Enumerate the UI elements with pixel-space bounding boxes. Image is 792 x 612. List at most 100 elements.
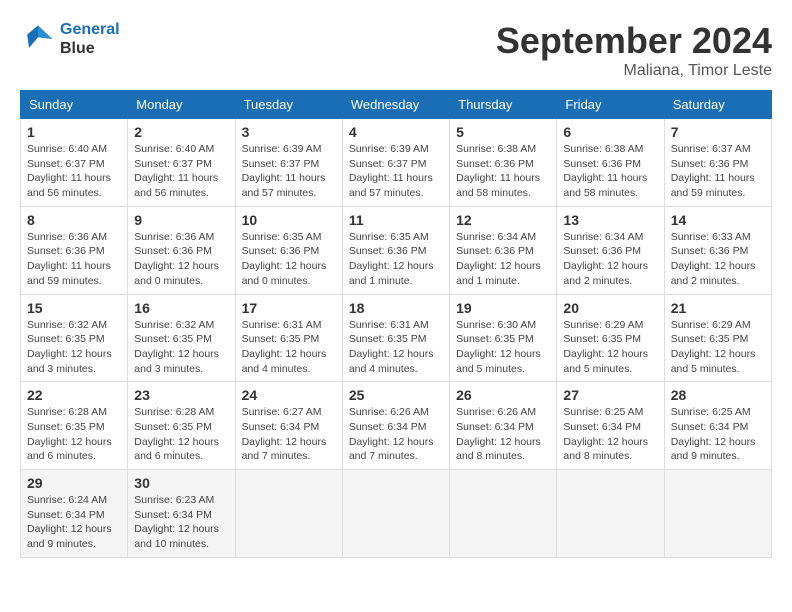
calendar-day-cell: 20 Sunrise: 6:29 AMSunset: 6:35 PMDayligh… — [557, 294, 664, 382]
day-info: Sunrise: 6:39 AMSunset: 6:37 PMDaylight:… — [242, 142, 336, 201]
day-info: Sunrise: 6:36 AMSunset: 6:36 PMDaylight:… — [134, 230, 228, 289]
day-info: Sunrise: 6:30 AMSunset: 6:35 PMDaylight:… — [456, 318, 550, 377]
logo-text: General Blue — [60, 20, 120, 58]
day-number: 2 — [134, 124, 228, 140]
calendar-day-cell: 6 Sunrise: 6:38 AMSunset: 6:36 PMDaylight… — [557, 119, 664, 207]
day-number: 5 — [456, 124, 550, 140]
calendar-day-cell: 1 Sunrise: 6:40 AMSunset: 6:37 PMDaylight… — [21, 119, 128, 207]
calendar-day-cell: 3 Sunrise: 6:39 AMSunset: 6:37 PMDaylight… — [235, 119, 342, 207]
calendar-day-cell — [557, 470, 664, 558]
day-number: 22 — [27, 387, 121, 403]
day-number: 18 — [349, 300, 443, 316]
calendar-day-cell: 16 Sunrise: 6:32 AMSunset: 6:35 PMDayligh… — [128, 294, 235, 382]
day-number: 25 — [349, 387, 443, 403]
calendar-day-cell: 17 Sunrise: 6:31 AMSunset: 6:35 PMDayligh… — [235, 294, 342, 382]
day-number: 28 — [671, 387, 765, 403]
day-number: 30 — [134, 475, 228, 491]
calendar-day-cell — [235, 470, 342, 558]
day-number: 12 — [456, 212, 550, 228]
calendar-day-cell: 14Sunrise: 6:33 AMSunset: 6:36 PMDayligh… — [664, 206, 771, 294]
day-info: Sunrise: 6:29 AMSunset: 6:35 PMDaylight:… — [563, 318, 657, 377]
day-info: Sunrise: 6:38 AMSunset: 6:36 PMDaylight:… — [563, 142, 657, 201]
calendar-day-cell: 18 Sunrise: 6:31 AMSunset: 6:35 PMDayligh… — [342, 294, 449, 382]
day-info: Sunrise: 6:25 AMSunset: 6:34 PMDaylight:… — [671, 405, 765, 464]
calendar-day-cell: 7Sunrise: 6:37 AMSunset: 6:36 PMDaylight… — [664, 119, 771, 207]
calendar-body: 1 Sunrise: 6:40 AMSunset: 6:37 PMDaylight… — [21, 119, 772, 558]
calendar-week-row: 29Sunrise: 6:24 AMSunset: 6:34 PMDayligh… — [21, 470, 772, 558]
calendar-day-cell: 4Sunrise: 6:39 AMSunset: 6:37 PMDaylight… — [342, 119, 449, 207]
day-info: Sunrise: 6:25 AMSunset: 6:34 PMDaylight:… — [563, 405, 657, 464]
page-header: General Blue September 2024 Maliana, Tim… — [20, 20, 772, 80]
day-number: 3 — [242, 124, 336, 140]
day-number: 17 — [242, 300, 336, 316]
calendar-day-cell: 15 Sunrise: 6:32 AMSunset: 6:35 PMDayligh… — [21, 294, 128, 382]
day-info: Sunrise: 6:27 AMSunset: 6:34 PMDaylight:… — [242, 405, 336, 464]
calendar-week-row: 22 Sunrise: 6:28 AMSunset: 6:35 PMDayligh… — [21, 382, 772, 470]
calendar-week-row: 8 Sunrise: 6:36 AMSunset: 6:36 PMDaylight… — [21, 206, 772, 294]
day-info: Sunrise: 6:29 AMSunset: 6:35 PMDaylight:… — [671, 318, 765, 377]
day-number: 10 — [242, 212, 336, 228]
weekday-header-cell: Thursday — [450, 91, 557, 119]
calendar-day-cell: 30Sunrise: 6:23 AMSunset: 6:34 PMDayligh… — [128, 470, 235, 558]
day-info: Sunrise: 6:40 AMSunset: 6:37 PMDaylight:… — [134, 142, 228, 201]
day-info: Sunrise: 6:33 AMSunset: 6:36 PMDaylight:… — [671, 230, 765, 289]
day-info: Sunrise: 6:35 AMSunset: 6:36 PMDaylight:… — [349, 230, 443, 289]
day-info: Sunrise: 6:34 AMSunset: 6:36 PMDaylight:… — [563, 230, 657, 289]
title-block: September 2024 Maliana, Timor Leste — [496, 20, 772, 80]
day-info: Sunrise: 6:38 AMSunset: 6:36 PMDaylight:… — [456, 142, 550, 201]
calendar-day-cell: 24Sunrise: 6:27 AMSunset: 6:34 PMDayligh… — [235, 382, 342, 470]
day-info: Sunrise: 6:32 AMSunset: 6:35 PMDaylight:… — [27, 318, 121, 377]
day-info: Sunrise: 6:31 AMSunset: 6:35 PMDaylight:… — [349, 318, 443, 377]
day-info: Sunrise: 6:28 AMSunset: 6:35 PMDaylight:… — [134, 405, 228, 464]
weekday-header-cell: Friday — [557, 91, 664, 119]
day-number: 19 — [456, 300, 550, 316]
calendar-day-cell: 12 Sunrise: 6:34 AMSunset: 6:36 PMDayligh… — [450, 206, 557, 294]
calendar-week-row: 15 Sunrise: 6:32 AMSunset: 6:35 PMDayligh… — [21, 294, 772, 382]
day-number: 13 — [563, 212, 657, 228]
day-number: 27 — [563, 387, 657, 403]
logo: General Blue — [20, 20, 120, 58]
day-info: Sunrise: 6:26 AMSunset: 6:34 PMDaylight:… — [349, 405, 443, 464]
weekday-header-cell: Wednesday — [342, 91, 449, 119]
logo-icon — [20, 21, 56, 57]
day-info: Sunrise: 6:36 AMSunset: 6:36 PMDaylight:… — [27, 230, 121, 289]
calendar-day-cell: 21 Sunrise: 6:29 AMSunset: 6:35 PMDayligh… — [664, 294, 771, 382]
location-subtitle: Maliana, Timor Leste — [496, 62, 772, 80]
calendar-day-cell: 27 Sunrise: 6:25 AMSunset: 6:34 PMDayligh… — [557, 382, 664, 470]
day-number: 16 — [134, 300, 228, 316]
calendar-day-cell — [450, 470, 557, 558]
calendar-day-cell: 10 Sunrise: 6:35 AMSunset: 6:36 PMDayligh… — [235, 206, 342, 294]
calendar-day-cell — [664, 470, 771, 558]
day-number: 21 — [671, 300, 765, 316]
calendar-day-cell — [342, 470, 449, 558]
weekday-header-cell: Saturday — [664, 91, 771, 119]
calendar-day-cell: 22 Sunrise: 6:28 AMSunset: 6:35 PMDayligh… — [21, 382, 128, 470]
day-number: 7 — [671, 124, 765, 140]
day-info: Sunrise: 6:35 AMSunset: 6:36 PMDaylight:… — [242, 230, 336, 289]
day-info: Sunrise: 6:32 AMSunset: 6:35 PMDaylight:… — [134, 318, 228, 377]
day-info: Sunrise: 6:28 AMSunset: 6:35 PMDaylight:… — [27, 405, 121, 464]
day-number: 26 — [456, 387, 550, 403]
day-number: 8 — [27, 212, 121, 228]
calendar-day-cell: 25 Sunrise: 6:26 AMSunset: 6:34 PMDayligh… — [342, 382, 449, 470]
day-number: 4 — [349, 124, 443, 140]
day-number: 6 — [563, 124, 657, 140]
day-number: 20 — [563, 300, 657, 316]
day-info: Sunrise: 6:31 AMSunset: 6:35 PMDaylight:… — [242, 318, 336, 377]
weekday-header-cell: Monday — [128, 91, 235, 119]
month-title: September 2024 — [496, 20, 772, 62]
day-number: 9 — [134, 212, 228, 228]
calendar-day-cell: 28 Sunrise: 6:25 AMSunset: 6:34 PMDayligh… — [664, 382, 771, 470]
day-number: 1 — [27, 124, 121, 140]
weekday-header-row: SundayMondayTuesdayWednesdayThursdayFrid… — [21, 91, 772, 119]
day-info: Sunrise: 6:40 AMSunset: 6:37 PMDaylight:… — [27, 142, 121, 201]
day-info: Sunrise: 6:34 AMSunset: 6:36 PMDaylight:… — [456, 230, 550, 289]
calendar-day-cell: 19 Sunrise: 6:30 AMSunset: 6:35 PMDayligh… — [450, 294, 557, 382]
calendar-day-cell: 9 Sunrise: 6:36 AMSunset: 6:36 PMDaylight… — [128, 206, 235, 294]
day-info: Sunrise: 6:26 AMSunset: 6:34 PMDaylight:… — [456, 405, 550, 464]
calendar-table: SundayMondayTuesdayWednesdayThursdayFrid… — [20, 90, 772, 558]
weekday-header-cell: Sunday — [21, 91, 128, 119]
day-number: 15 — [27, 300, 121, 316]
calendar-day-cell: 11Sunrise: 6:35 AMSunset: 6:36 PMDayligh… — [342, 206, 449, 294]
calendar-week-row: 1 Sunrise: 6:40 AMSunset: 6:37 PMDaylight… — [21, 119, 772, 207]
